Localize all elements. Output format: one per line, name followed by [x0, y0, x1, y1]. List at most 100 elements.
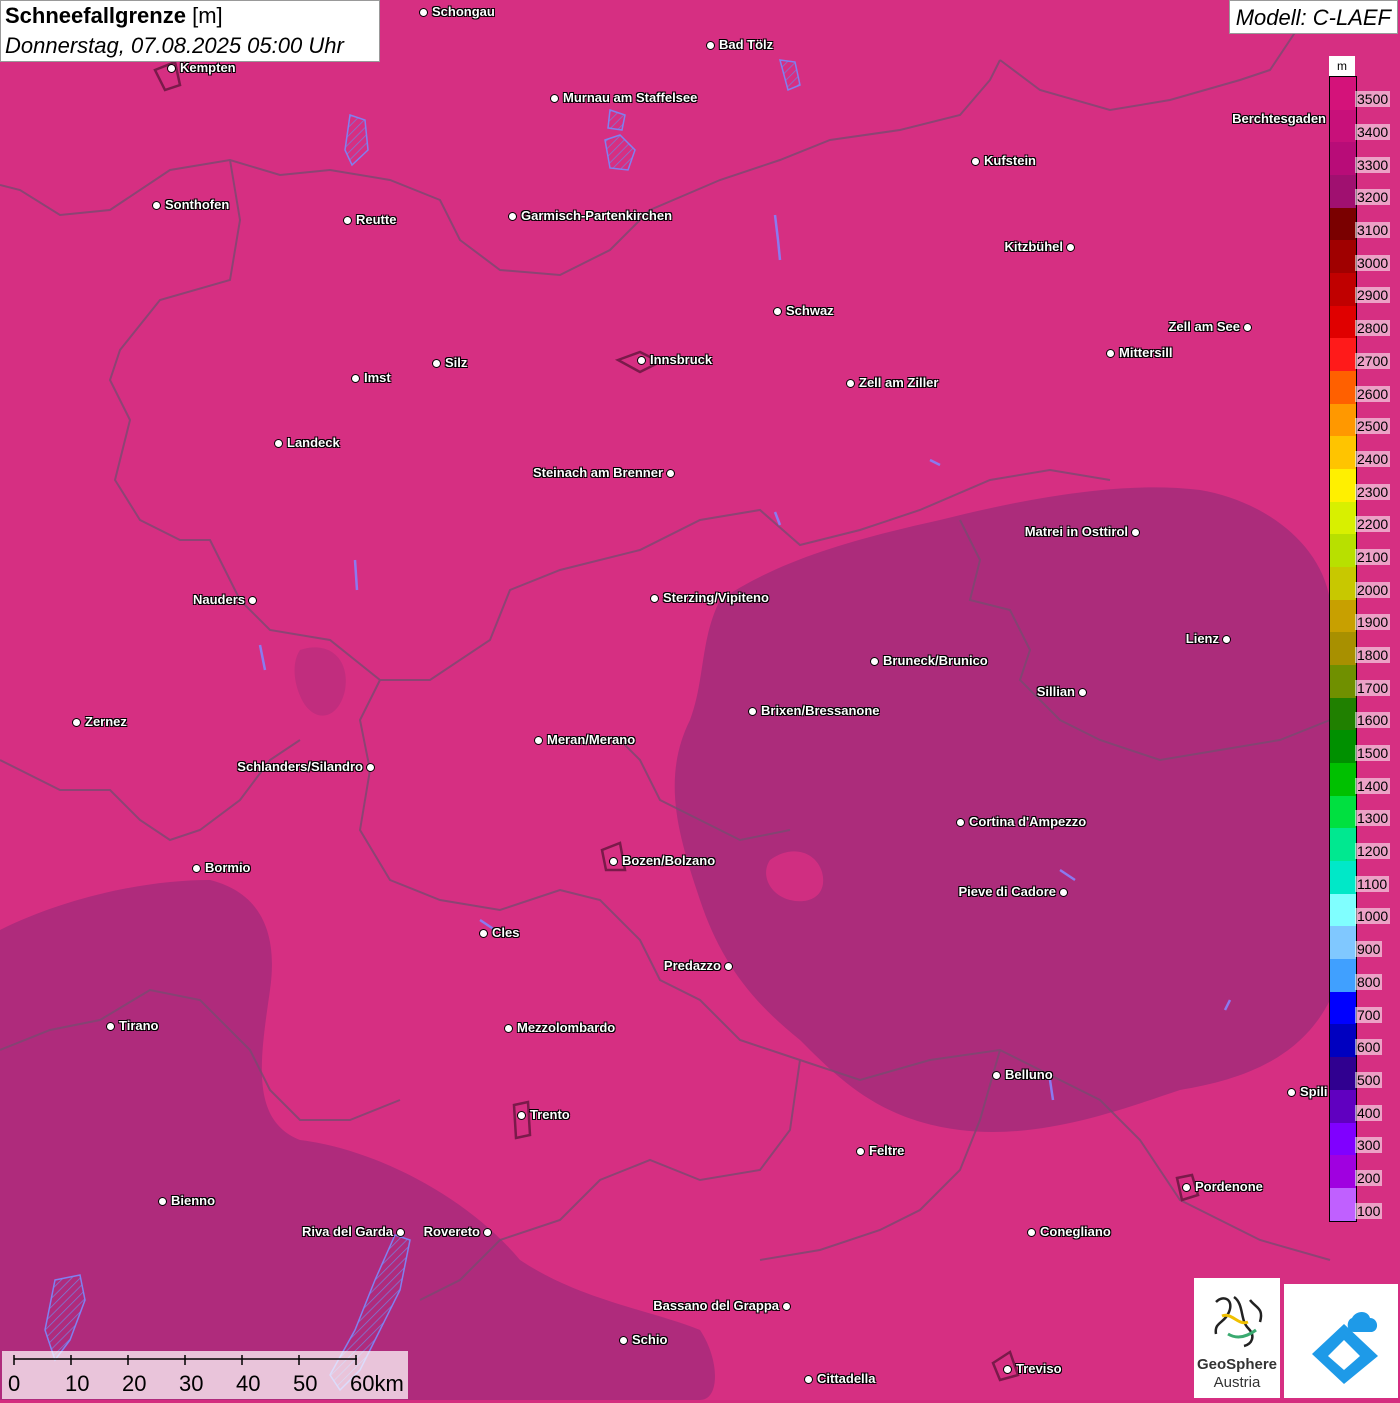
- city-marker: [971, 157, 980, 166]
- map-title-parameter: Schneefallgrenze: [5, 3, 186, 28]
- city-label: Schio: [632, 1332, 668, 1347]
- legend-swatch: [1330, 305, 1356, 339]
- legend-level-label: 1900: [1355, 614, 1391, 631]
- city-label: Schongau: [432, 4, 495, 19]
- legend-level-label: 2300: [1355, 483, 1391, 500]
- city-label: Sillian: [1036, 684, 1075, 699]
- legend-level-label: 3400: [1355, 124, 1391, 141]
- city-marker: [152, 201, 161, 210]
- city-label: Rovereto: [423, 1224, 480, 1239]
- scale-label: 50: [293, 1371, 318, 1396]
- city-label: Cortina d'Ampezzo: [969, 814, 1087, 829]
- city-marker: [609, 857, 618, 866]
- city-marker: [992, 1071, 1001, 1080]
- legend-level-label: 2700: [1355, 352, 1391, 369]
- city-marker: [248, 596, 257, 605]
- city-marker: [192, 864, 201, 873]
- city-marker: [1287, 1088, 1296, 1097]
- legend-swatch: [1330, 403, 1356, 437]
- city-label: Feltre: [869, 1143, 905, 1158]
- geosphere-logo[interactable]: GeoSphere Austria: [1194, 1278, 1280, 1398]
- legend-level-label: 2100: [1355, 548, 1391, 565]
- city-marker: [366, 763, 375, 772]
- city-marker: [650, 594, 659, 603]
- legend-swatch: [1330, 763, 1356, 796]
- legend-level-label: 1500: [1355, 745, 1391, 762]
- weather-app-logo[interactable]: [1284, 1284, 1398, 1398]
- legend-swatch: [1330, 273, 1356, 306]
- legend-level-label: 1300: [1355, 810, 1391, 827]
- legend-swatch: [1330, 175, 1356, 208]
- city-label: Riva del Garda: [301, 1224, 393, 1239]
- legend-level-label: 1000: [1355, 908, 1391, 925]
- scale-label: 20: [122, 1371, 147, 1396]
- model-label: Modell: C-LAEF: [1228, 0, 1398, 34]
- city-label: Cittadella: [817, 1371, 876, 1386]
- city-label: Bozen/Bolzano: [622, 853, 716, 868]
- legend-swatch: [1330, 828, 1356, 862]
- scale-label: 30: [179, 1371, 204, 1396]
- legend-swatch: [1330, 109, 1356, 143]
- legend-swatch: [1330, 469, 1356, 502]
- legend-level-label: 500: [1355, 1071, 1383, 1088]
- city-label: Reutte: [356, 212, 397, 227]
- legend-swatch: [1330, 795, 1356, 829]
- city-label: Bassano del Grappa: [653, 1298, 779, 1313]
- scale-label: 10: [65, 1371, 90, 1396]
- city-marker: [343, 216, 352, 225]
- city-marker: [550, 94, 559, 103]
- city-label: Steinach am Brenner: [532, 465, 663, 480]
- city-label: Meran/Merano: [547, 732, 636, 747]
- city-label: Landeck: [287, 435, 340, 450]
- city-marker: [517, 1111, 526, 1120]
- legend-swatch: [1330, 1187, 1356, 1221]
- city-label: Sonthofen: [165, 197, 230, 212]
- legend-unit: m: [1329, 56, 1355, 76]
- scale-label: 60km: [350, 1371, 404, 1396]
- logo-text-austria: Austria: [1213, 1374, 1261, 1391]
- city-label: Schlanders/Silandro: [237, 759, 363, 774]
- legend-swatch: [1330, 1024, 1356, 1058]
- legend-swatch: [1330, 567, 1356, 600]
- legend-level-label: 100: [1355, 1202, 1383, 1219]
- city-marker: [619, 1336, 628, 1345]
- mountain-cloud-icon: [1312, 1312, 1378, 1384]
- city-label: Predazzo: [663, 958, 721, 973]
- city-marker: [637, 356, 646, 365]
- city-label: Sterzing/Vipiteno: [663, 590, 769, 605]
- legend-level-label: 300: [1355, 1137, 1383, 1154]
- city-marker: [508, 212, 517, 221]
- city-marker: [1078, 688, 1087, 697]
- city-marker: [1131, 528, 1140, 537]
- city-marker: [1182, 1183, 1191, 1192]
- city-label: Garmisch-Partenkirchen: [521, 208, 673, 223]
- city-label: Pordenone: [1195, 1179, 1263, 1194]
- legend-swatch: [1330, 1155, 1356, 1188]
- city-label: Murnau am Staffelsee: [563, 90, 698, 105]
- legend-swatch: [1330, 893, 1356, 927]
- city-label: Cles: [492, 925, 520, 940]
- legend-level-label: 3100: [1355, 222, 1391, 239]
- legend-swatch: [1330, 501, 1356, 535]
- city-marker: [773, 307, 782, 316]
- city-label: Treviso: [1016, 1361, 1062, 1376]
- legend-swatch: [1330, 1057, 1356, 1090]
- legend-level-label: 2500: [1355, 418, 1391, 435]
- city-marker: [748, 707, 757, 716]
- legend-swatch: [1330, 991, 1356, 1025]
- city-marker: [479, 929, 488, 938]
- city-label: Zell am See: [1168, 319, 1240, 334]
- city-marker: [1003, 1365, 1012, 1374]
- legend-swatch: [1330, 436, 1356, 470]
- city-label: Kempten: [180, 60, 236, 75]
- geosphere-emblem-icon: [1214, 1295, 1263, 1348]
- city-marker: [706, 41, 715, 50]
- legend-level-label: 3300: [1355, 156, 1391, 173]
- city-marker: [274, 439, 283, 448]
- map-datetime: Donnerstag, 07.08.2025 05:00 Uhr: [5, 33, 344, 58]
- city-marker: [666, 469, 675, 478]
- scale-label: 0: [8, 1371, 21, 1396]
- city-label: Bad Tölz: [719, 37, 774, 52]
- legend-swatch: [1330, 599, 1356, 633]
- legend-swatch: [1330, 1089, 1356, 1123]
